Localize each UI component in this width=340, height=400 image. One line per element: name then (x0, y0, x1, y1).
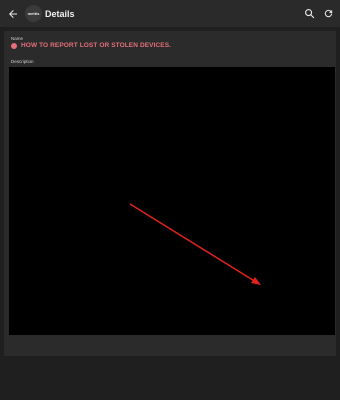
top-app-bar: mettis Details (0, 0, 340, 27)
app-window: mettis Details Name HOW TO REPORT LOST O… (0, 0, 340, 400)
back-button[interactable] (3, 4, 23, 24)
details-panel: Name HOW TO REPORT LOST OR STOLEN DEVICE… (4, 31, 336, 356)
name-field-value: HOW TO REPORT LOST OR STOLEN DEVICES. (21, 42, 172, 49)
search-button[interactable] (301, 6, 317, 22)
description-media[interactable] (9, 67, 335, 335)
search-icon (304, 9, 314, 19)
arrow-left-icon (9, 9, 17, 18)
red-arrow-annotation (129, 203, 261, 285)
status-dot (11, 42, 17, 49)
description-field-label: Description (11, 59, 34, 64)
name-field: HOW TO REPORT LOST OR STOLEN DEVICES. (11, 42, 171, 49)
top-actions (298, 6, 336, 22)
refresh-button[interactable] (320, 6, 336, 22)
app-logo-text: mettis (27, 11, 40, 16)
name-field-label: Name (11, 36, 24, 41)
app-logo: mettis (25, 5, 42, 22)
page-title: Details (45, 8, 75, 19)
refresh-icon (324, 9, 332, 18)
